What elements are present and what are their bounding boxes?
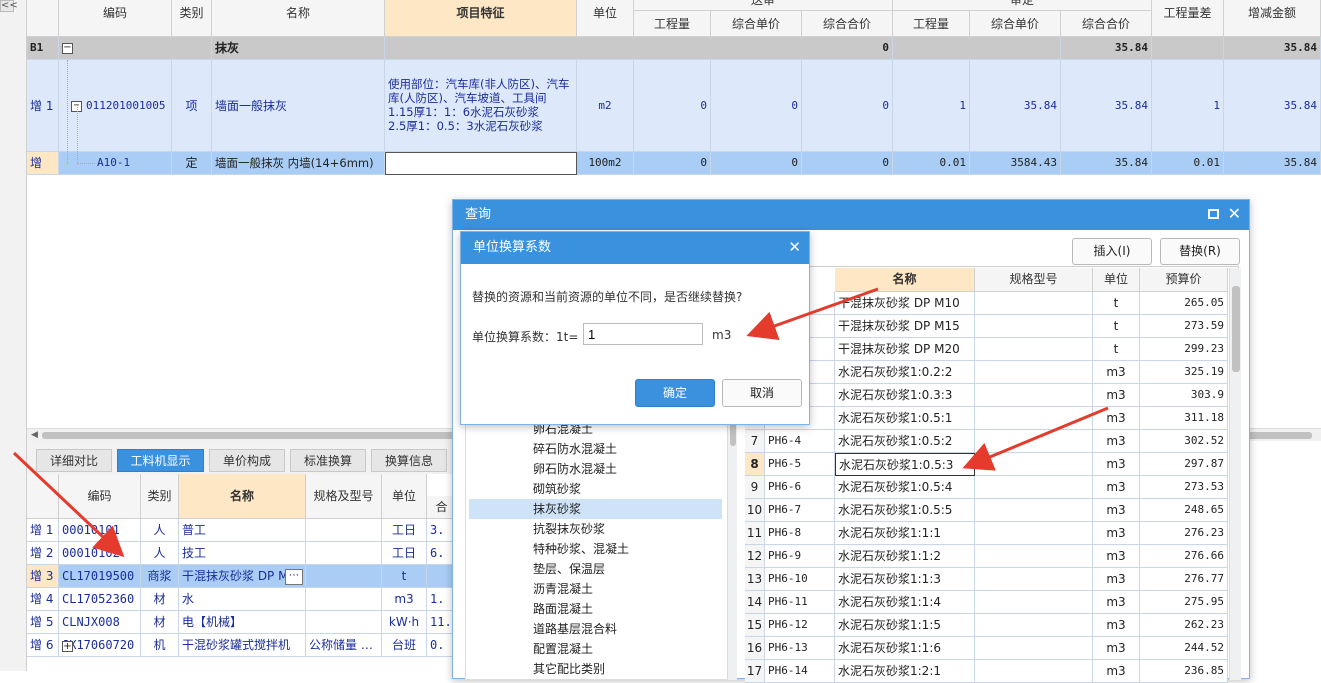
arrow-annotation [746,287,879,341]
arrow-annotation [962,406,1109,471]
annotation-arrows [12,287,1109,558]
arrow-annotation [12,451,125,558]
